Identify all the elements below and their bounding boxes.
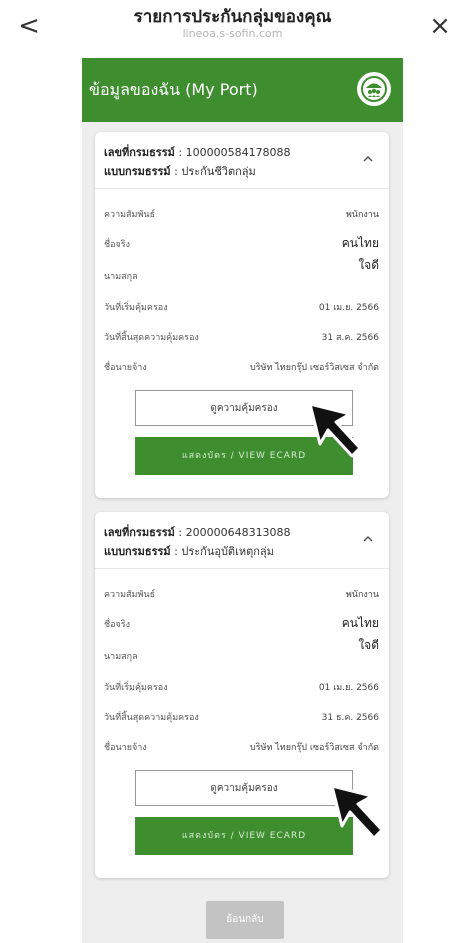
policy-card: เลขที่กรมธรรม์ : 100000584178088 แบบกรมธ… <box>95 132 389 498</box>
employer-label: ชื่อนายจ้าง <box>104 743 147 753</box>
policy-number-line: เลขที่กรมธรรม์ : 200000648313088 <box>104 526 291 539</box>
top-bar: < รายการประกันกลุ่มของคุณ lineoa.s-sofin… <box>0 0 465 56</box>
policy-number: 100000584178088 <box>185 146 291 159</box>
close-icon[interactable]: × <box>425 8 455 44</box>
coverage-end-label: วันที่สิ้นสุดความคุ้มครอง <box>104 333 199 343</box>
chevron-up-icon[interactable] <box>359 150 377 168</box>
coverage-start-label: วันที่เริ่มคุ้มครอง <box>104 303 168 313</box>
policy-number-label: เลขที่กรมธรรม์ <box>104 146 175 159</box>
first-name-label: ชื่อจริง <box>104 240 131 250</box>
last-name-label: นามสกุล <box>104 272 138 282</box>
relationship-value: พนักงาน <box>345 210 379 220</box>
chevron-left-icon[interactable]: < <box>14 8 44 44</box>
relationship-value: พนักงาน <box>345 590 379 600</box>
back-button[interactable]: ย้อนกลับ <box>206 901 284 939</box>
policy-number-label: เลขที่กรมธรรม์ <box>104 526 175 539</box>
page-url: lineoa.s-sofin.com <box>182 27 283 40</box>
header-bar: ข้อมูลของฉัน (My Port) <box>82 58 403 122</box>
policy-type-line: แบบกรมธรรม์ : ประกันอุบัติเหตุกลุ่ม <box>104 545 274 558</box>
policy-type: ประกันอุบัติเหตุกลุ่ม <box>181 545 274 558</box>
relationship-label: ความสัมพันธ์ <box>104 210 156 220</box>
first-name-value: คนไทย <box>341 236 379 250</box>
content-panel: ข้อมูลของฉัน (My Port) เลขที่กรมธรรม์ : … <box>82 58 403 943</box>
chevron-up-icon[interactable] <box>359 530 377 548</box>
coverage-end-value: 31 ส.ค. 2566 <box>321 333 379 343</box>
policy-card-header[interactable]: เลขที่กรมธรรม์ : 100000584178088 แบบกรมธ… <box>95 132 389 189</box>
policy-type: ประกันชีวิตกลุ่ม <box>181 165 256 178</box>
policy-type-label: แบบกรมธรรม์ <box>104 165 171 178</box>
relationship-label: ความสัมพันธ์ <box>104 590 156 600</box>
group-umbrella-icon[interactable] <box>357 72 391 106</box>
policy-type-label: แบบกรมธรรม์ <box>104 545 171 558</box>
policy-number-line: เลขที่กรมธรรม์ : 100000584178088 <box>104 146 291 159</box>
first-name-value: คนไทย <box>341 616 379 630</box>
coverage-start-value: 01 เม.ย. 2566 <box>318 303 379 313</box>
view-ecard-button[interactable]: แสดงบัตร / VIEW ECARD <box>135 437 353 475</box>
coverage-end-value: 31 ธ.ค. 2566 <box>321 713 379 723</box>
last-name-value: ใจดี <box>358 258 379 272</box>
policy-number: 200000648313088 <box>185 526 291 539</box>
employer-value: บริษัท ไทยกรุ๊ป เซอร์วิสเซส จำกัด <box>250 743 379 753</box>
last-name-label: นามสกุล <box>104 652 138 662</box>
view-coverage-button[interactable]: ดูความคุ้มครอง <box>135 770 353 806</box>
last-name-value: ใจดี <box>358 638 379 652</box>
header-title: ข้อมูลของฉัน (My Port) <box>89 80 258 99</box>
employer-value: บริษัท ไทยกรุ๊ป เซอร์วิสเซส จำกัด <box>250 363 379 373</box>
coverage-end-label: วันที่สิ้นสุดความคุ้มครอง <box>104 713 199 723</box>
view-coverage-button[interactable]: ดูความคุ้มครอง <box>135 390 353 426</box>
first-name-label: ชื่อจริง <box>104 620 131 630</box>
coverage-start-value: 01 เม.ย. 2566 <box>318 683 379 693</box>
coverage-start-label: วันที่เริ่มคุ้มครอง <box>104 683 168 693</box>
policy-card-header[interactable]: เลขที่กรมธรรม์ : 200000648313088 แบบกรมธ… <box>95 512 389 569</box>
policy-card: เลขที่กรมธรรม์ : 200000648313088 แบบกรมธ… <box>95 512 389 878</box>
policy-type-line: แบบกรมธรรม์ : ประกันชีวิตกลุ่ม <box>104 165 256 178</box>
view-ecard-button[interactable]: แสดงบัตร / VIEW ECARD <box>135 817 353 855</box>
employer-label: ชื่อนายจ้าง <box>104 363 147 373</box>
page-title: รายการประกันกลุ่มของคุณ <box>133 7 332 27</box>
